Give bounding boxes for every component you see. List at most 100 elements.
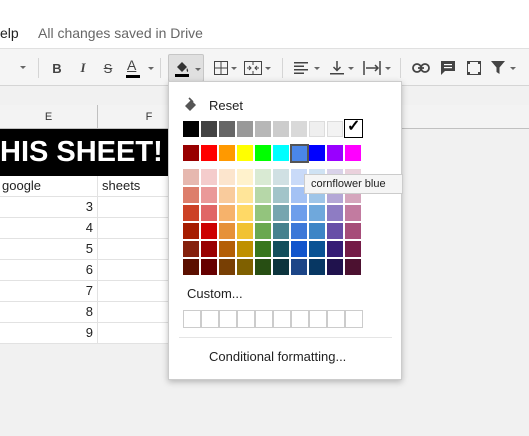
horizontal-align-button[interactable] [290,54,322,82]
color-swatch[interactable] [273,241,289,257]
header-cell[interactable]: google [0,176,98,197]
color-swatch[interactable] [183,241,199,257]
borders-button[interactable] [210,54,238,82]
color-swatch[interactable] [201,241,217,257]
color-swatch[interactable] [183,169,199,185]
custom-color-slot[interactable] [309,310,327,328]
color-swatch[interactable] [291,205,307,221]
color-swatch[interactable] [183,145,199,161]
bold-button[interactable]: B [46,54,68,82]
table-cell[interactable]: 3 [0,197,98,218]
hovered-swatch[interactable] [290,144,309,163]
table-cell[interactable]: 5 [0,239,98,260]
color-swatch[interactable] [327,121,343,137]
insert-link-button[interactable] [408,54,434,82]
merge-cells-button[interactable] [241,54,273,82]
color-swatch[interactable] [255,241,271,257]
color-swatch[interactable] [255,145,271,161]
table-cell[interactable]: 9 [0,323,98,344]
reset-button[interactable]: Reset [183,96,243,114]
color-swatch[interactable] [327,205,343,221]
color-swatch[interactable] [291,241,307,257]
color-swatch[interactable] [255,223,271,239]
color-swatch[interactable] [255,259,271,275]
color-swatch[interactable] [327,259,343,275]
color-swatch[interactable] [255,187,271,203]
title-cell[interactable]: HIS SHEET! [0,129,170,176]
custom-color-slot[interactable] [327,310,345,328]
color-swatch[interactable] [201,187,217,203]
color-swatch[interactable] [309,145,325,161]
color-swatch[interactable] [345,259,361,275]
color-swatch[interactable] [237,121,253,137]
color-swatch[interactable] [273,145,289,161]
table-cell[interactable]: 4 [0,218,98,239]
color-swatch[interactable] [183,259,199,275]
font-size-dropdown[interactable] [0,54,30,82]
color-swatch[interactable] [273,121,289,137]
color-swatch[interactable] [219,145,235,161]
custom-color-slot[interactable] [273,310,291,328]
fill-color-button[interactable] [168,54,204,82]
color-swatch[interactable] [327,241,343,257]
custom-color-slot[interactable] [183,310,201,328]
color-swatch[interactable] [201,121,217,137]
color-swatch[interactable] [201,205,217,221]
color-swatch[interactable] [273,205,289,221]
color-swatch[interactable] [237,169,253,185]
color-swatch[interactable] [309,241,325,257]
color-swatch[interactable] [219,241,235,257]
color-swatch[interactable] [219,121,235,137]
color-swatch[interactable] [255,121,271,137]
insert-chart-button[interactable] [462,54,486,82]
color-swatch[interactable] [183,223,199,239]
color-swatch[interactable] [183,205,199,221]
color-swatch[interactable] [201,169,217,185]
color-swatch[interactable] [219,187,235,203]
color-swatch[interactable] [273,169,289,185]
color-swatch[interactable] [183,187,199,203]
color-swatch[interactable] [309,121,325,137]
color-swatch[interactable] [291,121,307,137]
color-swatch[interactable] [255,169,271,185]
color-swatch[interactable] [237,145,253,161]
text-color-button[interactable]: A [122,54,154,82]
custom-color-slot[interactable] [219,310,237,328]
color-swatch[interactable] [345,241,361,257]
custom-color-slot[interactable] [201,310,219,328]
color-swatch[interactable] [273,223,289,239]
insert-comment-button[interactable] [436,54,460,82]
filter-button[interactable] [488,54,518,82]
color-swatch[interactable] [237,241,253,257]
color-swatch[interactable] [309,259,325,275]
selected-swatch[interactable]: ✓ [344,118,363,138]
color-swatch[interactable] [345,145,361,161]
color-swatch[interactable] [219,223,235,239]
custom-color-slot[interactable] [237,310,255,328]
color-swatch[interactable] [291,223,307,239]
help-menu[interactable]: elp [0,25,19,41]
color-swatch[interactable] [219,205,235,221]
color-swatch[interactable] [201,259,217,275]
color-swatch[interactable] [219,169,235,185]
color-swatch[interactable] [219,259,235,275]
color-swatch[interactable] [327,223,343,239]
conditional-formatting-button[interactable]: Conditional formatting... [209,349,346,364]
color-swatch[interactable] [273,259,289,275]
color-swatch[interactable] [255,205,271,221]
color-swatch[interactable] [183,121,199,137]
save-status[interactable]: All changes saved in Drive [38,25,203,41]
color-swatch[interactable] [201,223,217,239]
custom-color-slot[interactable] [255,310,273,328]
table-cell[interactable]: 6 [0,260,98,281]
color-swatch[interactable] [201,145,217,161]
italic-button[interactable]: I [72,54,94,82]
text-wrapping-button[interactable] [361,54,393,82]
custom-color-slot[interactable] [291,310,309,328]
color-swatch[interactable] [237,205,253,221]
vertical-align-button[interactable] [326,54,356,82]
color-swatch[interactable] [291,259,307,275]
strikethrough-button[interactable]: S [97,54,119,82]
custom-color-slot[interactable] [345,310,363,328]
color-swatch[interactable] [237,223,253,239]
